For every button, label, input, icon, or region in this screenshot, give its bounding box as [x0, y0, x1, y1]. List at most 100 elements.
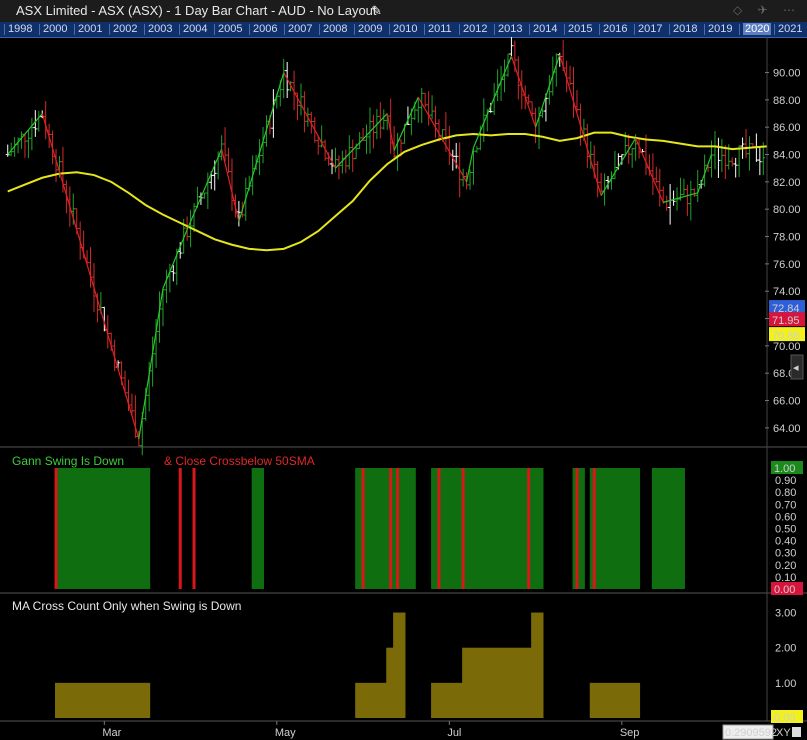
year-separator — [319, 24, 320, 35]
year-2012[interactable]: 2012 — [463, 23, 487, 35]
year-separator — [4, 24, 5, 35]
gann-swing-up[interactable] — [535, 54, 561, 128]
gann-swing-up[interactable] — [600, 137, 637, 196]
year-navigation-bar[interactable]: 1998 2000 2001 2002 2003 2004 2005 2006 2007 2008… — [0, 22, 807, 38]
year-separator — [214, 24, 215, 35]
year-2008[interactable]: 2008 — [323, 23, 347, 35]
gann-swing-up[interactable] — [162, 229, 188, 289]
chart-canvas[interactable]: 64.0066.0068.070.0072.0074.0076.0078.008… — [0, 37, 807, 740]
condition-fill[interactable] — [572, 468, 585, 589]
y-tick-label: 0.20 — [775, 560, 796, 572]
year-2006[interactable]: 2006 — [253, 23, 277, 35]
count-step[interactable] — [355, 682, 389, 718]
year-2009[interactable]: 2009 — [358, 23, 382, 35]
year-2001[interactable]: 2001 — [78, 23, 102, 35]
year-2005[interactable]: 2005 — [218, 23, 242, 35]
y-tick-label: 84.00 — [773, 150, 801, 162]
year-2013[interactable]: 2013 — [498, 23, 522, 35]
condition-fill[interactable] — [55, 468, 151, 589]
condition-event[interactable] — [178, 468, 182, 589]
condition-event[interactable] — [192, 468, 196, 589]
year-2011[interactable]: 2011 — [428, 23, 452, 35]
gann-swing-up[interactable] — [138, 288, 164, 439]
year-separator — [179, 24, 180, 35]
y-tick-label: 82.00 — [773, 177, 801, 189]
year-separator — [459, 24, 460, 35]
y-tick-label: 76.00 — [773, 259, 801, 271]
condition-fill[interactable] — [589, 468, 641, 589]
condition-fill[interactable] — [651, 468, 685, 589]
gann-swing-down[interactable] — [283, 72, 337, 169]
year-2017[interactable]: 2017 — [638, 23, 662, 35]
price-badge-70.86: 70.86 — [772, 330, 800, 342]
year-2000[interactable]: 2000 — [43, 23, 67, 35]
year-2019[interactable]: 2019 — [708, 23, 732, 35]
year-2018[interactable]: 2018 — [673, 23, 697, 35]
y-tick-label: 86.00 — [773, 122, 801, 134]
window-titlebar: ASX Limited - ASX (ASX) - 1 Day Bar Char… — [0, 0, 807, 22]
count-step[interactable] — [531, 612, 544, 718]
condition-event[interactable] — [396, 468, 400, 589]
condition-event[interactable] — [575, 468, 579, 589]
year-2020[interactable]: 2020 — [743, 23, 772, 35]
year-2014[interactable]: 2014 — [533, 23, 557, 35]
count-step[interactable] — [55, 682, 151, 718]
count-step[interactable] — [462, 647, 534, 718]
year-separator — [424, 24, 425, 35]
pencil-icon[interactable]: ✎ — [371, 3, 382, 19]
condition-event[interactable] — [361, 468, 365, 589]
year-separator — [389, 24, 390, 35]
gann-swing-down[interactable] — [635, 137, 664, 203]
count-step[interactable] — [431, 682, 465, 718]
y-tick-label: 2.00 — [775, 643, 796, 655]
y-tick-label: 0.40 — [775, 536, 796, 548]
condition-event[interactable] — [54, 468, 58, 589]
gann-swing-down[interactable] — [417, 96, 468, 183]
year-2016[interactable]: 2016 — [603, 23, 627, 35]
year-separator — [284, 24, 285, 35]
gann-swing-down[interactable] — [221, 148, 240, 222]
year-separator — [774, 24, 775, 35]
xy-toggle-icon: XY — [776, 727, 791, 739]
year-2002[interactable]: 2002 — [113, 23, 137, 35]
condition-event[interactable] — [437, 468, 441, 589]
year-2007[interactable]: 2007 — [288, 23, 312, 35]
condition-event[interactable] — [389, 468, 393, 589]
gann-swing-down[interactable] — [510, 55, 537, 128]
year-2021[interactable]: 2021 — [778, 23, 802, 35]
year-2015[interactable]: 2015 — [568, 23, 592, 35]
gann-swing-up[interactable] — [335, 113, 388, 169]
panel-title-crossbelow: & Close Crossbelow 50SMA — [164, 454, 315, 468]
dropdown-icon[interactable] — [792, 727, 801, 737]
year-2010[interactable]: 2010 — [393, 23, 417, 35]
year-2004[interactable]: 2004 — [183, 23, 207, 35]
condition-badge-1.00: 1.00 — [774, 463, 795, 475]
year-separator — [564, 24, 565, 35]
year-1998[interactable]: 1998 — [8, 23, 32, 35]
gann-swing-down[interactable] — [41, 113, 140, 439]
count-step[interactable] — [589, 682, 641, 718]
condition-fill[interactable] — [431, 468, 544, 589]
chart-title: ASX Limited - ASX (ASX) - 1 Day Bar Char… — [16, 3, 377, 18]
gann-swing-down[interactable] — [559, 54, 602, 196]
condition-event[interactable] — [592, 468, 596, 589]
y-tick-label: 0.70 — [775, 499, 796, 511]
condition-badge-0.00: 0.00 — [774, 584, 795, 596]
year-2003[interactable]: 2003 — [148, 23, 172, 35]
year-separator — [109, 24, 110, 35]
gann-swing-up[interactable] — [393, 96, 419, 151]
year-separator — [669, 24, 670, 35]
condition-event[interactable] — [527, 468, 531, 589]
count-step[interactable] — [393, 612, 406, 718]
year-separator — [249, 24, 250, 35]
year-separator — [704, 24, 705, 35]
year-separator — [39, 24, 40, 35]
gann-swing-up[interactable] — [238, 72, 285, 222]
window-controls[interactable]: ◇ ✈ ⋯ — [733, 3, 801, 17]
y-tick-label: 1.00 — [775, 678, 796, 690]
panel-title-gann: Gann Swing Is Down — [12, 454, 124, 468]
condition-fill[interactable] — [251, 468, 265, 589]
y-tick-label: 0.90 — [775, 475, 796, 487]
condition-event[interactable] — [461, 468, 465, 589]
gann-swing-up[interactable] — [186, 148, 223, 230]
